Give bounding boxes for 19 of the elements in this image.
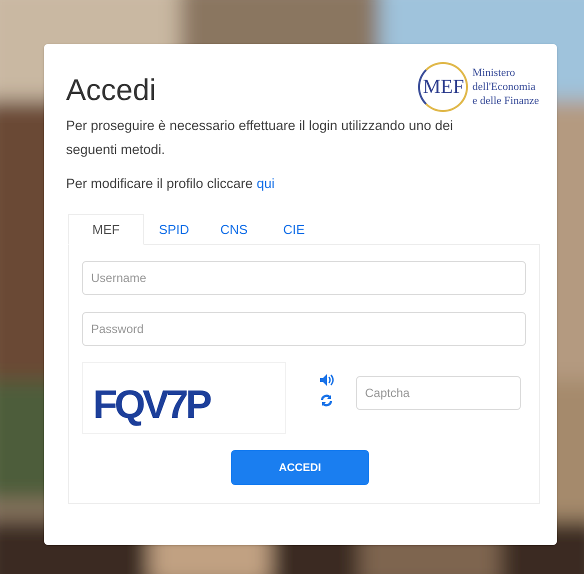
login-tab[interactable]: CNS (204, 214, 264, 244)
logo-text: Ministero (472, 66, 516, 80)
refresh-icon[interactable] (320, 394, 333, 408)
speaker-icon[interactable] (320, 374, 334, 386)
profile-text: Per modificare il profilo cliccare qui (66, 175, 276, 193)
username-field[interactable]: Username (82, 261, 526, 296)
login-tab[interactable]: CIE (264, 214, 324, 244)
logo-mark: MEF (418, 62, 468, 112)
login-tab[interactable]: MEF (68, 214, 144, 246)
captcha-image: FQV7P (82, 362, 286, 434)
logo-text: e delle Finanze (472, 94, 539, 108)
page-title: Accedi (66, 76, 156, 106)
password-field[interactable]: Password (82, 312, 526, 346)
logo-text: dell'Economia (472, 80, 536, 94)
profile-link[interactable]: qui (256, 176, 275, 191)
login-tab[interactable]: SPID (144, 214, 204, 244)
login-button[interactable]: ACCEDI (231, 450, 369, 486)
captcha-field[interactable]: Captcha (356, 376, 521, 410)
intro-text: Per proseguire è necessario effettuare il login utilizzando uno dei seguenti metodi. (66, 117, 454, 159)
